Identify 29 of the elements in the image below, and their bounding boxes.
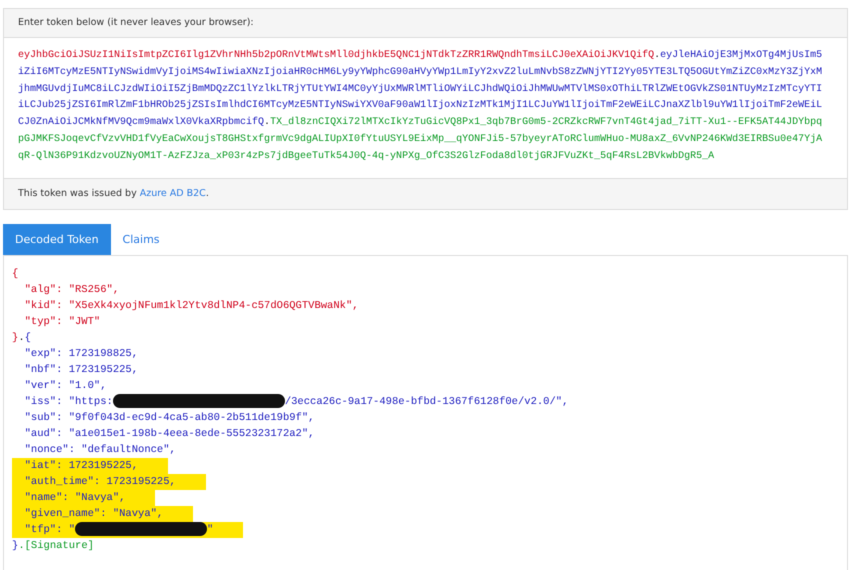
token-text: CJ0ZnAiOiJCMkNfMV9Qcm9maWxlX0VkaXRpbmcifQ [18, 117, 264, 128]
json-line: "nonce": "defaultNonce", [24, 442, 176, 458]
json-line: { [12, 266, 18, 282]
token-text: iLCJub25jZSI6ImRlZmF1bHROb25jZSIsImlhdCI6MTcyMzE5NTIyNSwiYXV0aF90aW1lIjoxNzIzMTk1MjI1LCJuYW1lIjoiTmF2eWEiLCJnaXZlbl9uYW1lIjoiTmF2eWEiL [18, 100, 822, 112]
token-text: TX_dl8znCIQXi72lMTXcIkYzTuGicVQ8Px1_3qb7BrG0m5-2CRZkcRWF7vnT4Gt4jad_7iTT-Xu1--EFK5AT44JDYbpq [270, 117, 822, 128]
json-line: "sub": "9f0f043d-ec9d-4ca5-ab80-2b511de19b9f", [24, 410, 314, 426]
json-line: "aud": "a1e015e1-198b-4eea-8ede-5552323172a2", [24, 426, 314, 442]
tab[interactable]: Decoded Token [3, 224, 111, 255]
json-line: "ver": "1.0", [24, 378, 107, 394]
tab[interactable]: Claims [110, 224, 172, 255]
issuer-link[interactable]: Azure AD B2C [140, 188, 206, 199]
issuer-note: This token was issued by Azure AD B2C. [18, 188, 209, 199]
token-separator: . [654, 50, 660, 61]
panel-heading: Enter token below (it never leaves your browser): [4, 9, 847, 38]
token-text: pGJMKFSJoqevCfVzvVHD1fVyEaCwXoujsT8GHStxfgrmVc9dgALIUpXI0fYtuUSYL9EixMp__qYONFJi5-57byeyrAToRClumWHuo-MU8axZ_6VvNP246KWd3EIRBSu0e47YjA [18, 134, 822, 145]
json-line: "typ": "JWT" [24, 314, 100, 330]
json-line: "alg": "RS256", [24, 282, 120, 298]
json-line: }.{ [12, 330, 31, 346]
token-text: iZiI6MTcyMzE5NTIyNSwidmVyIjoiMS4wIiwiaXNzIjoiaHR0cHM6Ly9yYWphcG90aHVyYWp1LmIyY2xvZ2luLmNvbS8zZWNjYTI2Yy05YTE3LTQ5OGUtYmZiZC0xMzY3ZjYxM [18, 66, 822, 78]
token-text: jhmMGUvdjIuMC8iLCJzdWIiOiI5ZjBmMDQzZC1lYzlkLTRjYTUtYWI4MC0yYjUxMWRlMTliOWYiLCJhdWQiOiJhMWUwMTVlMS0xOThiLTRlZWEtOGVkZS01NTUyMzIzMTcyYTI [18, 84, 822, 95]
token-separator: . [264, 117, 270, 128]
json-line: "nbf": 1723195225, [24, 362, 138, 378]
json-line: "exp": 1723198825, [24, 346, 138, 362]
token-text: eyJhbGciOiJSUzI1NiIsImtpZCI6Ilg1ZVhrNHh5b2pORnVtMWtsMll0djhkbE5QNC1jNTdkTzZRR1RWQndhTmsiLCJ0eXAiOiJKV1QifQ [18, 50, 654, 61]
json-line: "kid": "X5eXk4xyojNFum1kl2Ytv8dlNP4-c57dO6QGTVBwaNk", [24, 298, 359, 314]
json-line: }.[Signature] [12, 538, 94, 554]
token-text: eyJleHAiOjE3MjMxOTg4MjUsIm5 [660, 50, 822, 61]
json-line: "iss": "https: /3ecca26c-9a17-498e-bfbd-1367f6128f0e/v2.0/", [24, 394, 568, 410]
token-text: qR-QlN36P91KdzvoUZNyOM1T-AzFZJza_xP03r4zPs7jdBgeeTuTk54J0Q-4q-yNPXg_OfC3S2GlzFoda8dl0tjGRJFVuZKt_5qF4RsL2BVkwbDgR5_A [18, 150, 714, 162]
